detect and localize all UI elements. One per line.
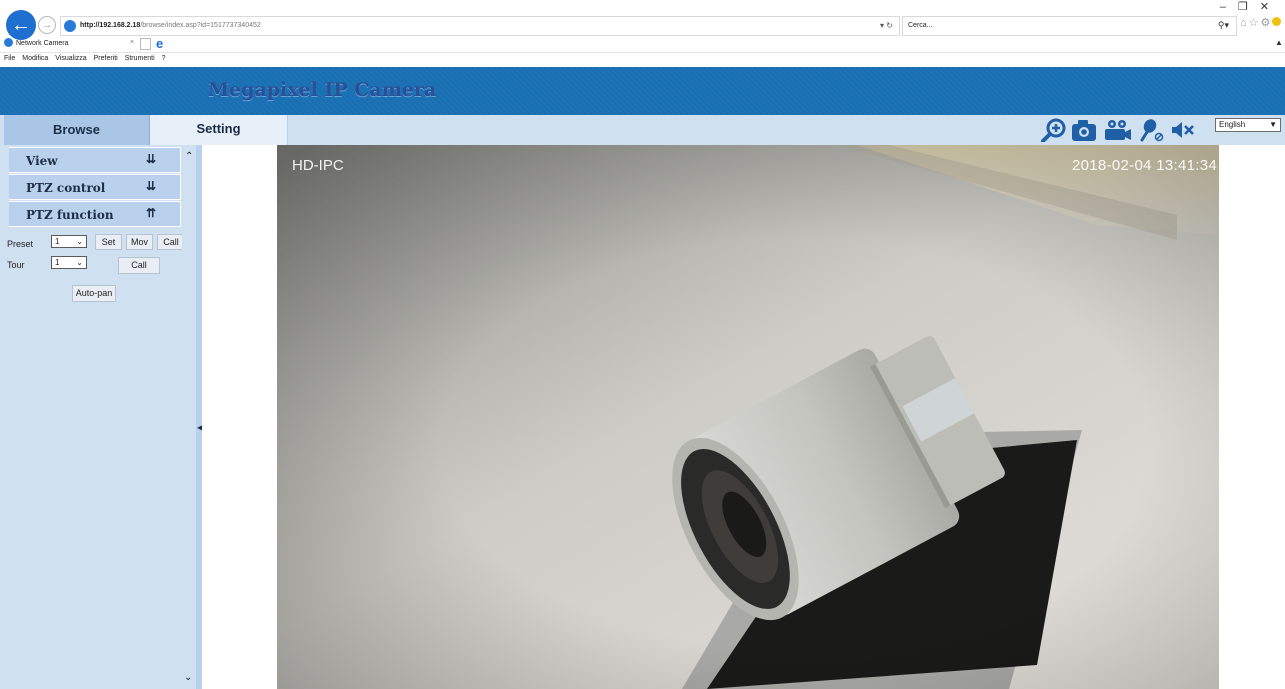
auto-pan-button[interactable]: Auto-pan	[72, 285, 116, 302]
chevron-down-icon: ⌄	[76, 258, 83, 267]
tour-value: 1	[55, 258, 60, 267]
chevron-down-icon: ▼	[1269, 120, 1277, 129]
camera-feed-image	[277, 145, 1219, 689]
scroll-down-chevron-icon[interactable]: ⌄	[184, 672, 192, 683]
page-scroll-up-icon[interactable]: ▲	[1275, 38, 1283, 47]
tab-close-icon[interactable]: ×	[130, 39, 134, 46]
snapshot-camera-icon[interactable]	[1070, 118, 1098, 142]
language-value: English	[1219, 120, 1246, 129]
scroll-up-chevron-icon[interactable]: ⌃	[185, 151, 193, 162]
preset-call-button[interactable]: Call	[157, 234, 185, 250]
left-panel: View ⇊ PTZ control ⇊ PTZ function ⇈ Pres…	[0, 145, 200, 689]
menu-file[interactable]: File	[4, 55, 15, 62]
preset-value: 1	[55, 237, 60, 246]
browser-chrome: ← → http://192.168.2.18/browse/index.asp…	[0, 0, 1285, 67]
section-ptz-control[interactable]: PTZ control ⇊	[9, 174, 181, 200]
search-placeholder: Cerca...	[908, 22, 933, 29]
language-select[interactable]: English ▼	[1215, 118, 1281, 132]
minimize-icon[interactable]: –	[1220, 1, 1238, 13]
address-bar[interactable]: http://192.168.2.18/browse/index.asp?id=…	[60, 16, 900, 36]
section-view-label: View	[26, 154, 58, 168]
section-ptz-function[interactable]: PTZ function ⇈	[9, 201, 181, 227]
url-text: http://192.168.2.18/browse/index.asp?id=…	[80, 22, 261, 29]
chevron-down-icon: ⌄	[76, 237, 83, 246]
forward-arrow-icon[interactable]: →	[38, 16, 56, 34]
double-chevron-down-icon[interactable]: ⇊	[146, 179, 156, 193]
ie-tab-icon	[4, 38, 13, 47]
zoom-in-icon[interactable]	[1040, 118, 1068, 142]
record-video-icon[interactable]	[1102, 118, 1132, 142]
gear-icon[interactable]: ⚙	[1261, 17, 1273, 29]
menu-preferiti[interactable]: Preferiti	[94, 55, 118, 62]
search-box[interactable]: Cerca... ⚲▾	[902, 16, 1237, 36]
tab-setting[interactable]: Setting	[150, 115, 288, 145]
menu-bar: File Modifica Visualizza Preferiti Strum…	[4, 55, 171, 62]
menu-visualizza[interactable]: Visualizza	[55, 55, 86, 62]
speaker-mute-icon[interactable]	[1170, 118, 1196, 142]
tour-label: Tour	[7, 260, 25, 270]
header-banner: Megapixel IP Camera	[0, 67, 1285, 115]
edge-icon[interactable]: e	[156, 36, 163, 51]
search-icon[interactable]: ⚲▾	[1218, 20, 1229, 31]
section-ptz-function-label: PTZ function	[26, 208, 114, 222]
preset-set-button[interactable]: Set	[95, 234, 122, 250]
back-arrow-icon[interactable]: ←	[6, 10, 36, 40]
tab-browse[interactable]: Browse	[4, 115, 150, 145]
section-ptz-control-label: PTZ control	[26, 181, 106, 195]
live-video[interactable]: HD-IPC 2018-02-04 13:41:34	[277, 145, 1219, 689]
new-tab-icon[interactable]	[140, 38, 151, 50]
menu-help[interactable]: ?	[162, 55, 166, 62]
favorites-star-icon[interactable]: ☆	[1249, 17, 1261, 29]
tour-call-button[interactable]: Call	[118, 257, 160, 274]
preset-move-button[interactable]: Mov	[126, 234, 153, 250]
smiley-icon[interactable]	[1272, 17, 1282, 26]
osd-camera-name: HD-IPC	[292, 157, 344, 174]
sidebar-scrollbar[interactable]: ⌃ ⌄	[182, 145, 196, 689]
browser-tab[interactable]: Network Camera ×	[4, 38, 134, 52]
tour-select[interactable]: 1 ⌄	[51, 256, 87, 269]
preset-label: Preset	[7, 239, 34, 249]
app-title: Megapixel IP Camera	[208, 79, 437, 101]
section-view[interactable]: View ⇊	[9, 147, 181, 173]
menu-strumenti[interactable]: Strumenti	[125, 55, 155, 62]
restore-icon[interactable]: ❐	[1238, 1, 1260, 13]
tab-divider	[0, 52, 1285, 53]
home-icon[interactable]: ⌂	[1240, 17, 1249, 29]
browser-toolbar-icons: ⌂☆⚙	[1240, 16, 1282, 29]
preset-select[interactable]: 1 ⌄	[51, 235, 87, 248]
double-chevron-up-icon[interactable]: ⇈	[146, 206, 156, 220]
ie-page-icon	[64, 20, 76, 32]
menu-modifica[interactable]: Modifica	[22, 55, 48, 62]
refresh-icon[interactable]: ▾ ↻	[880, 21, 893, 30]
main-toolbar: Browse Setting English ▼	[0, 115, 1285, 145]
microphone-icon[interactable]	[1139, 118, 1165, 142]
osd-timestamp: 2018-02-04 13:41:34	[1072, 157, 1217, 174]
window-controls: –❐✕	[1220, 0, 1281, 13]
close-icon[interactable]: ✕	[1260, 1, 1281, 13]
tab-title: Network Camera	[16, 40, 69, 47]
double-chevron-down-icon[interactable]: ⇊	[146, 152, 156, 166]
